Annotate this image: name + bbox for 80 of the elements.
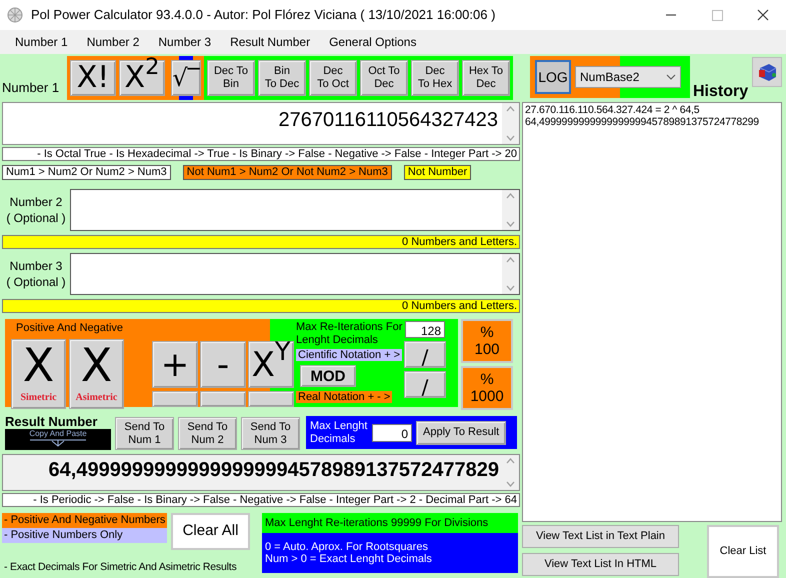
percent-button[interactable]: % 1000 <box>461 366 513 410</box>
legend-label: - Positive Numbers Only <box>2 528 167 543</box>
history-entry: 64,499999999999999999945789891375724778299 <box>525 116 760 128</box>
scroll-up-icon[interactable] <box>506 458 515 464</box>
operator-button[interactable]: + <box>152 341 198 388</box>
convert-button[interactable]: Dec To Hex <box>411 60 459 96</box>
convert-button[interactable]: Dec To Bin <box>207 60 255 96</box>
note-text: - Exact Decimals For Simetric And Asimetric Results <box>3 560 237 575</box>
function-button[interactable]: X! <box>70 60 116 96</box>
notation-label: Cientific Notation + > <box>296 349 402 361</box>
mod-button[interactable]: MOD <box>300 365 356 387</box>
section-title: Positive And Negative <box>15 321 124 336</box>
divide-button[interactable]: / <box>404 371 446 398</box>
view-button[interactable]: View Text List in Text Plain <box>522 525 679 548</box>
clear-list-button[interactable]: Clear List <box>707 525 779 578</box>
notation-label: Real Notation + - > <box>296 391 392 403</box>
input-field[interactable]: 128 <box>405 321 445 338</box>
number-field[interactable] <box>70 253 520 295</box>
hint-bar: Max Lenght Re-iterations 99999 For Divisions <box>262 513 518 533</box>
scroll-down-icon[interactable] <box>506 221 515 227</box>
copy-paste-button[interactable]: Copy And Paste <box>5 429 111 450</box>
field-label: Number 1 <box>2 78 60 96</box>
scroll-up-icon[interactable] <box>506 106 515 112</box>
history-title: History <box>693 84 748 100</box>
sign-mode-button[interactable]: X Simetric <box>11 338 66 408</box>
field-label: Number 2 ( Optional ) <box>5 194 67 226</box>
field-label: Number 3 ( Optional ) <box>5 258 67 290</box>
legend-label: Not Number <box>404 165 472 180</box>
scroll-down-icon[interactable] <box>506 135 515 141</box>
scroll-down-icon[interactable] <box>506 481 515 487</box>
log-button[interactable]: LOG <box>535 60 571 94</box>
history-entry: 27.670.116.110.564.327.424 = 2 ^ 64,5 <box>525 104 700 116</box>
cube-icon <box>756 61 778 83</box>
count-bar: 0 Numbers and Letters. <box>2 235 520 249</box>
section-title: Result Number <box>5 414 98 429</box>
view-button[interactable]: View Text List In HTML <box>522 553 679 576</box>
count-bar: 0 Numbers and Letters. <box>2 299 520 313</box>
result-field[interactable]: 64,49999999999999999994578989137572477829 <box>2 454 520 491</box>
legend-label: Not Num1 > Num2 Or Not Num2 > Num3 <box>182 165 392 180</box>
send-button[interactable]: Send To Num 3 <box>241 417 300 450</box>
convert-button[interactable]: Bin To Dec <box>258 60 306 96</box>
hint-panel: 0 = Auto. Aprox. For Rootsquares Num > 0 = Exact Lenght Decimals <box>262 533 518 573</box>
send-button[interactable]: Send To Num 1 <box>115 417 174 450</box>
scroll-up-icon[interactable] <box>506 193 515 199</box>
convert-button[interactable]: Dec To Oct <box>309 60 357 96</box>
scroll-down-icon[interactable] <box>506 285 515 291</box>
apply-button[interactable]: Apply To Result <box>416 420 506 444</box>
scroll-up-icon[interactable] <box>506 257 515 263</box>
divide-button[interactable]: / <box>404 341 446 368</box>
operator-button[interactable]: - <box>200 341 246 388</box>
operator-button[interactable]: X$^{Y}$ <box>248 341 294 388</box>
clear-all-button[interactable]: Clear All <box>171 513 250 550</box>
arrow-icon <box>28 439 88 447</box>
percent-button[interactable]: % 100 <box>461 319 513 363</box>
cube-button[interactable] <box>752 57 782 87</box>
legend-label: Num1 > Num2 Or Num2 > Num3 <box>2 165 171 180</box>
blank-button[interactable] <box>200 391 246 407</box>
number-field[interactable] <box>70 189 520 231</box>
legend-label: - Positive And Negative Numbers <box>2 513 167 528</box>
convert-button[interactable]: Hex To Dec <box>462 60 510 96</box>
setting-label: Max Lenght Decimals <box>310 420 368 446</box>
sign-mode-button[interactable]: X Asimetric <box>69 338 124 408</box>
menu-item[interactable]: General Options <box>329 33 416 51</box>
send-button[interactable]: Send To Num 2 <box>178 417 237 450</box>
blank-button[interactable] <box>248 391 294 407</box>
menu-item[interactable]: Result Number <box>230 33 310 51</box>
chevron-icon <box>666 74 676 80</box>
app-icon <box>7 7 23 23</box>
blank-button[interactable] <box>152 391 198 407</box>
menu-item[interactable]: Number 2 <box>86 33 140 51</box>
window-title: Pol Power Calculator 93.4.0.0 - Autor: Pol Flórez Viciana ( 13/10/2021 16:00:06 ) <box>31 6 496 24</box>
marker-bar <box>179 96 193 100</box>
function-button[interactable]: √‾ <box>171 60 201 96</box>
setting-label: Max Re-Iterations For Lenght Decimals <box>296 321 404 347</box>
menu-item[interactable]: Number 1 <box>15 33 68 51</box>
base-dropdown[interactable]: NumBase2 <box>575 66 681 88</box>
menu-item[interactable]: Number 3 <box>158 33 212 51</box>
input-field[interactable]: 0 <box>372 424 412 442</box>
number-field[interactable]: 27670116110564327423 <box>2 102 520 145</box>
convert-button[interactable]: Oct To Dec <box>360 60 408 96</box>
